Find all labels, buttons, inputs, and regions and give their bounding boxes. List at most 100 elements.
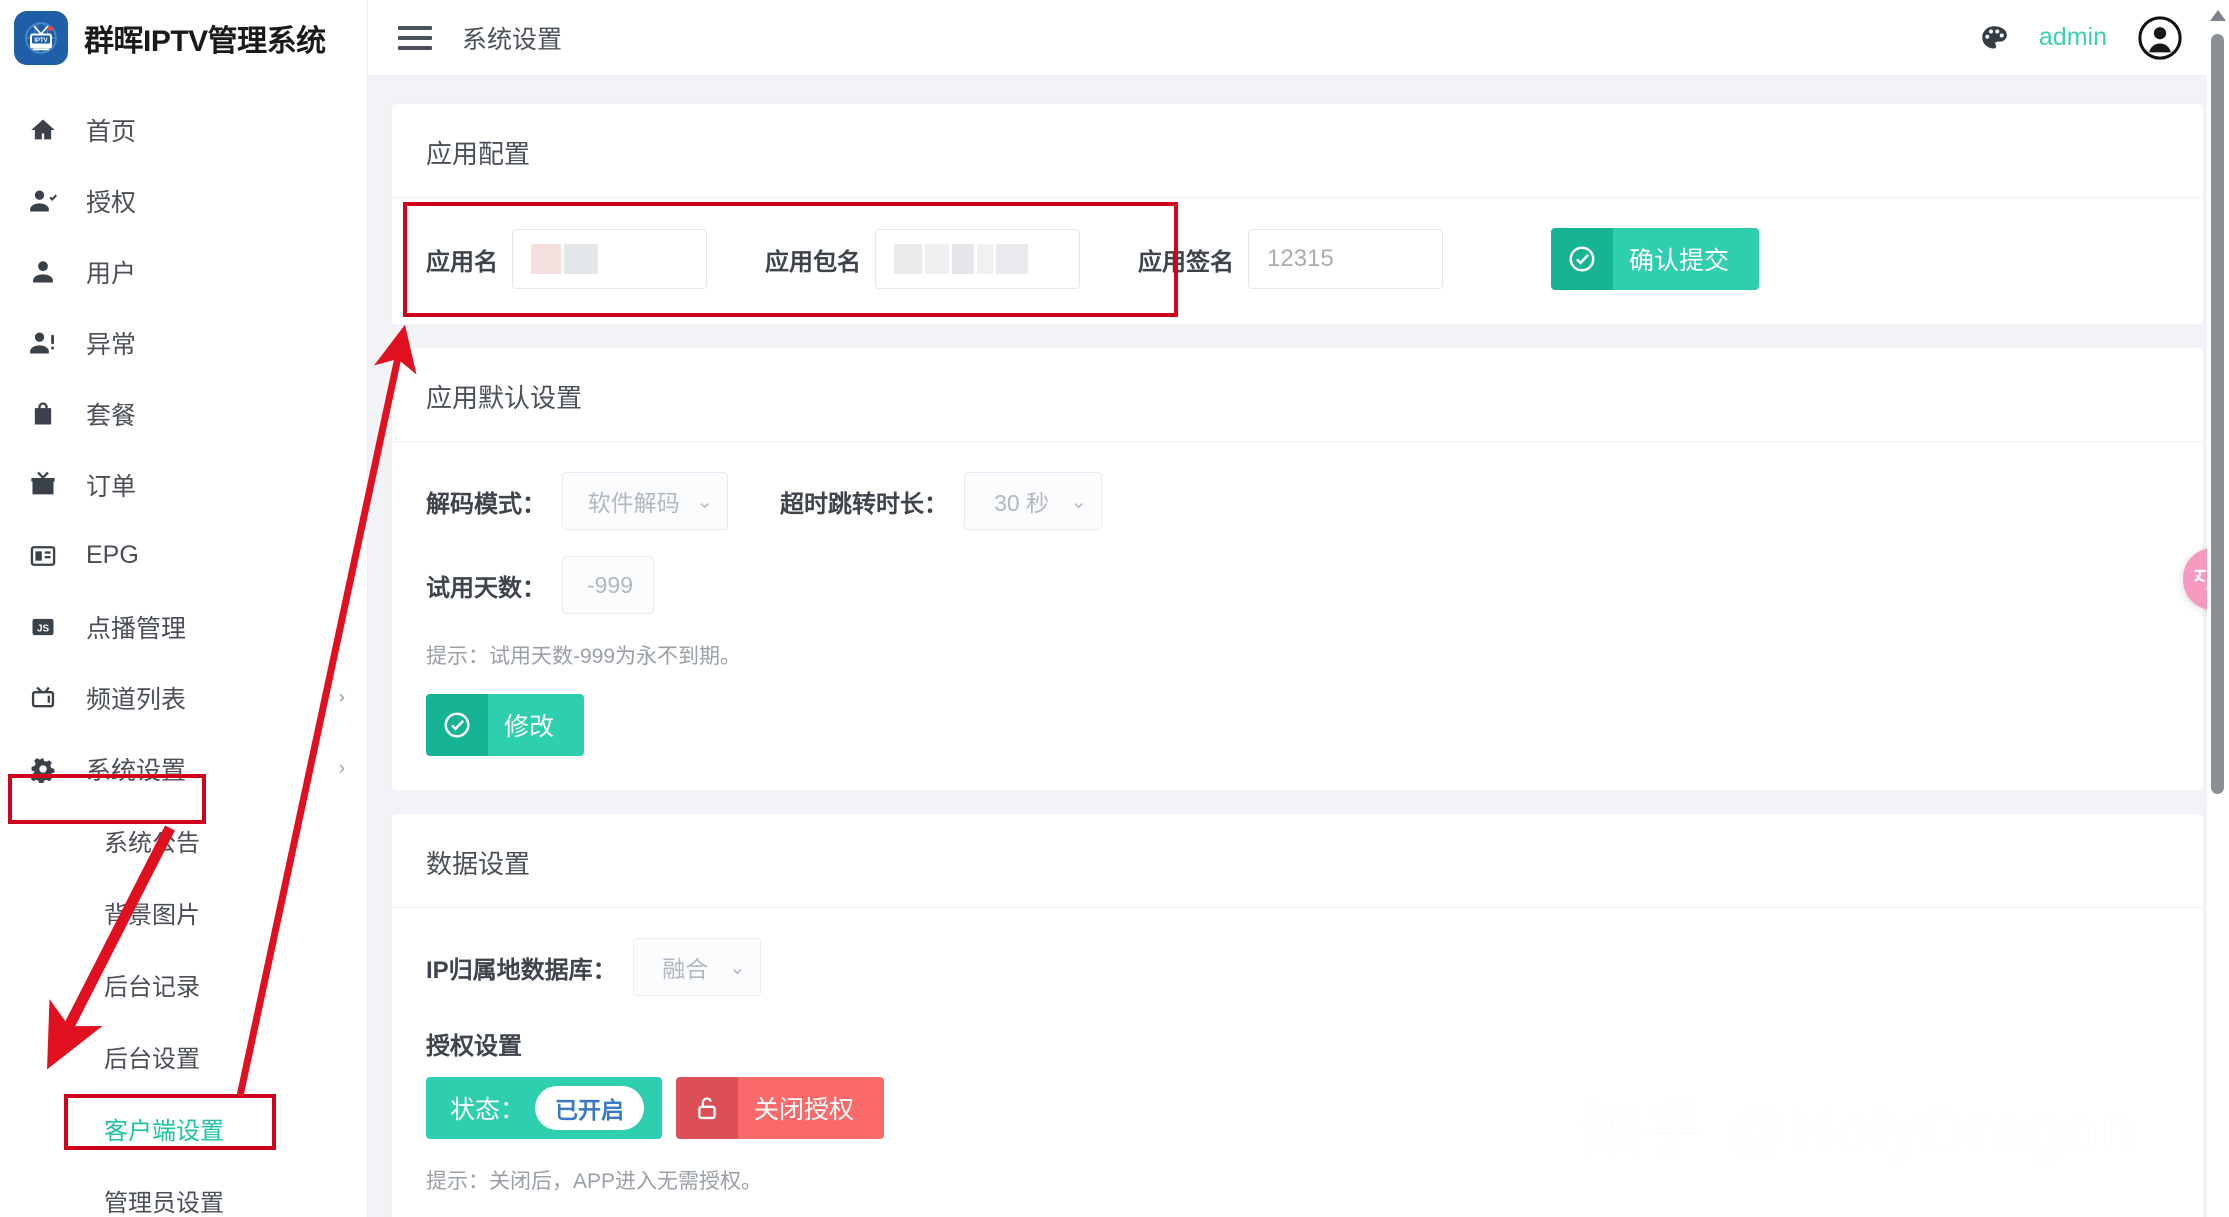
gear-icon [26, 755, 60, 783]
sidebar-subitem-backend-settings[interactable]: 后台设置 [0, 1020, 367, 1092]
main-area: 系统设置 admin 应用配置 应用名 [368, 0, 2229, 1217]
scroll-up-arrow-icon[interactable] [2210, 10, 2226, 21]
sidebar-item-orders[interactable]: 订单 [0, 449, 367, 520]
sidebar-item-label: 首页 [86, 112, 345, 148]
user-icon [26, 258, 60, 286]
check-circle-icon [426, 694, 488, 756]
hamburger-icon[interactable] [398, 26, 432, 50]
field-app-signature: 应用签名 12315 [1138, 229, 1443, 289]
modify-label: 修改 [488, 694, 584, 756]
bag-icon [26, 400, 60, 428]
card-title-data-settings: 数据设置 [392, 814, 2203, 908]
sidebar-item-home[interactable]: 首页 [0, 94, 367, 165]
auth-section-title: 授权设置 [426, 1026, 2169, 1061]
user-avatar-icon[interactable] [2137, 15, 2183, 61]
timeout-select[interactable]: 30 秒 ⌄ [964, 472, 1102, 530]
app-signature-input[interactable]: 12315 [1248, 229, 1443, 289]
auth-hint: 提示：关闭后，APP进入无需授权。 [426, 1165, 2169, 1195]
auth-status-value: 已开启 [535, 1086, 644, 1130]
sidebar-subitem-label: 后台设置 [104, 1039, 200, 1074]
app-config-form-row: 应用名 应用包名 [426, 228, 2169, 290]
redacted-value [894, 244, 1028, 274]
svg-text:JS: JS [37, 623, 50, 634]
sidebar-item-epg[interactable]: EPG [0, 520, 367, 591]
palette-icon[interactable] [1979, 23, 2009, 53]
sidebar-item-label: 系统设置 [86, 751, 339, 787]
sidebar-subitem-client-settings[interactable]: 客户端设置 [0, 1092, 367, 1164]
sidebar-item-label: 频道列表 [86, 680, 339, 716]
app-defaults-body: 解码模式： 软件解码 ⌄ 超时跳转时长： 30 秒 ⌄ 试用天数： [392, 442, 2203, 790]
card-title-app-config: 应用配置 [392, 104, 2203, 198]
sidebar: IPTV 群晖IPTV管理系统 首页 授权 [0, 0, 368, 1217]
sidebar-subitem-label: 系统公告 [104, 823, 200, 858]
auth-status-label: 状态： [450, 1090, 525, 1126]
sidebar-subitem-label: 背景图片 [104, 895, 200, 930]
decode-mode-label: 解码模式： [426, 484, 546, 519]
brand[interactable]: IPTV 群晖IPTV管理系统 [0, 0, 367, 76]
app-name-label: 应用名 [426, 242, 498, 277]
sidebar-item-packages[interactable]: 套餐 [0, 378, 367, 449]
sidebar-subitem-background-image[interactable]: 背景图片 [0, 876, 367, 948]
topbar-right: admin [1979, 15, 2229, 61]
data-settings-body: IP归属地数据库： 融合 ⌄ 授权设置 状态： 已开启 [392, 908, 2203, 1217]
trial-days-input[interactable]: -999 [562, 556, 654, 614]
sidebar-subitem-backend-log[interactable]: 后台记录 [0, 948, 367, 1020]
app-signature-label: 应用签名 [1138, 242, 1234, 277]
chevron-right-icon: › [339, 758, 345, 780]
sidebar-item-label: 异常 [86, 325, 345, 361]
sidebar-subitem-label: 客户端设置 [104, 1111, 224, 1146]
sidebar-item-users[interactable]: 用户 [0, 236, 367, 307]
user-name[interactable]: admin [2039, 23, 2107, 52]
gift-icon [26, 471, 60, 499]
sidebar-item-label: 套餐 [86, 396, 345, 432]
chevron-right-icon: › [339, 616, 345, 638]
scrollbar-thumb[interactable] [2211, 34, 2224, 794]
app-name-input[interactable] [512, 229, 707, 289]
sidebar-nav: 首页 授权 用户 异常 [0, 76, 367, 1217]
ip-db-select[interactable]: 融合 ⌄ [633, 938, 761, 996]
defaults-row-2: 试用天数： -999 [426, 556, 2169, 614]
decode-mode-value: 软件解码 [581, 484, 686, 518]
tv-icon [26, 684, 60, 712]
sidebar-item-vod-management[interactable]: JS 点播管理 › [0, 591, 367, 662]
defaults-row-1: 解码模式： 软件解码 ⌄ 超时跳转时长： 30 秒 ⌄ [426, 472, 2169, 530]
card-app-defaults: 应用默认设置 解码模式： 软件解码 ⌄ 超时跳转时长： 30 秒 ⌄ [392, 348, 2203, 790]
app-package-input[interactable] [875, 229, 1080, 289]
field-app-package: 应用包名 [765, 229, 1080, 289]
chevron-down-icon: ⌄ [696, 489, 713, 514]
confirm-submit-label: 确认提交 [1613, 228, 1759, 290]
user-check-icon [26, 187, 60, 215]
sidebar-item-system-settings[interactable]: 系统设置 › [0, 733, 367, 804]
sidebar-item-channel-list[interactable]: 频道列表 › [0, 662, 367, 733]
ip-db-row: IP归属地数据库： 融合 ⌄ [426, 938, 2169, 996]
sidebar-item-exceptions[interactable]: 异常 [0, 307, 367, 378]
card-title-app-defaults: 应用默认设置 [392, 348, 2203, 442]
home-icon [26, 116, 60, 144]
app-root: IPTV 群晖IPTV管理系统 首页 授权 [0, 0, 2229, 1217]
sidebar-item-label: 订单 [86, 467, 345, 503]
close-authorization-button[interactable]: 关闭授权 [676, 1077, 884, 1139]
vertical-scrollbar[interactable] [2207, 0, 2229, 1217]
confirm-submit-button[interactable]: 确认提交 [1551, 228, 1759, 290]
sidebar-subitem-label: 管理员设置 [104, 1183, 224, 1217]
sidebar-subitem-system-announcement[interactable]: 系统公告 [0, 804, 367, 876]
trial-days-label: 试用天数： [426, 568, 546, 603]
svg-text:IPTV: IPTV [34, 38, 47, 44]
unlock-icon [676, 1077, 738, 1139]
trial-days-value: -999 [581, 572, 639, 599]
timeout-label: 超时跳转时长： [780, 484, 948, 519]
content-scroll-area: 应用配置 应用名 [368, 76, 2229, 1217]
modify-button[interactable]: 修改 [426, 694, 584, 756]
auth-row: 状态： 已开启 关闭授权 [426, 1077, 2169, 1139]
sidebar-subitem-admin-settings[interactable]: 管理员设置 [0, 1164, 367, 1217]
brand-title: 群晖IPTV管理系统 [84, 16, 326, 60]
redacted-value [531, 244, 598, 274]
chevron-down-icon: ⌄ [1070, 489, 1087, 514]
sidebar-item-label: EPG [86, 541, 345, 570]
app-package-label: 应用包名 [765, 242, 861, 277]
ip-db-label: IP归属地数据库： [426, 950, 617, 985]
iptv-tv-logo-icon: IPTV [14, 11, 68, 65]
page-title: 系统设置 [462, 20, 562, 56]
decode-mode-select[interactable]: 软件解码 ⌄ [562, 472, 728, 530]
sidebar-item-authorization[interactable]: 授权 [0, 165, 367, 236]
